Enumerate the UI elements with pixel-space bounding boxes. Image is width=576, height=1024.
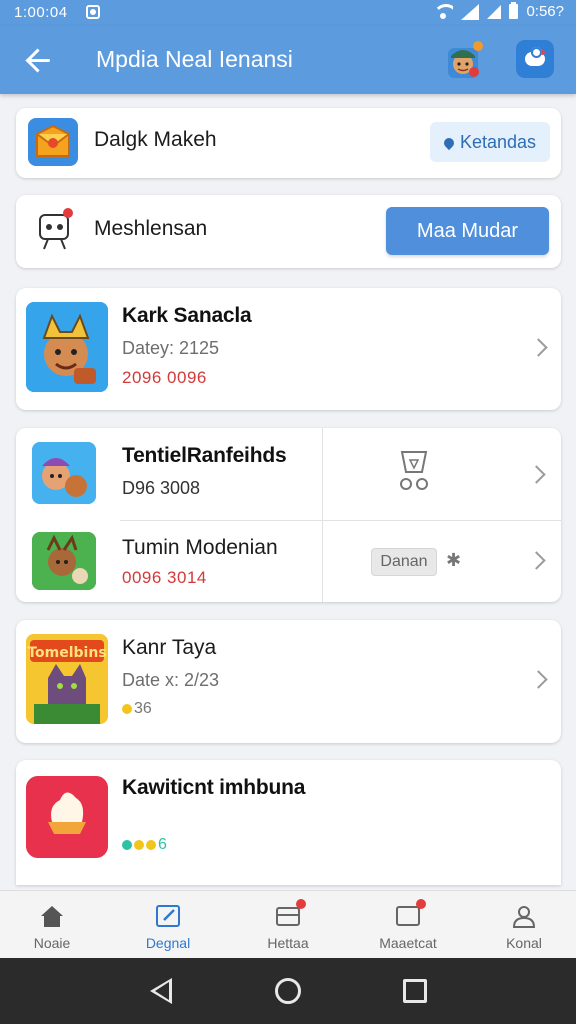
chevron-right-icon [529,338,548,357]
notification-badge [416,899,426,909]
system-home-icon[interactable] [275,978,301,1004]
home-icon [41,906,63,927]
nav-maaetcat[interactable]: Maaetcat [360,891,456,959]
nav-home-label: Noaie [33,935,71,951]
maa-mudar-button[interactable]: Maa Mudar [386,207,549,255]
status-chip[interactable]: Danan [371,548,437,576]
app-bar: Mpdia Neal Ienansi [0,26,576,94]
nav-konal-label: Konal [506,935,542,951]
divider [120,520,561,521]
edit-icon [156,905,180,927]
ketandas-button[interactable]: Ketandas [430,122,550,162]
second-card: Meshlensan Maa Mudar [16,195,561,268]
chevron-right-icon [529,670,548,689]
item-meta: 36 [134,700,152,717]
nav-degnal[interactable]: Degnal [120,891,216,959]
grouped-card: TentielRanfeihds D96 3008 Tumin Modenian… [16,428,561,602]
item-title[interactable]: Tumin Modenian [122,536,278,560]
nav-home[interactable]: Noaie [4,891,100,959]
system-nav-bar [0,958,576,1024]
tray-icon [274,899,306,929]
list-item[interactable]: Kawiticnt imhbuna 6 [16,760,561,885]
envelope-icon [28,118,78,166]
thumb-title: Tomelbins [27,645,106,661]
top-card: Dalgk Makeh Ketandas [16,108,561,178]
bottom-nav: Noaie Degnal Hettaa Maaetcat Konal [0,890,576,958]
nav-degnal-label: Degnal [145,935,191,951]
rating-dots: 6 [122,836,167,854]
item-date: Datey: 2125 [122,338,220,358]
cloud-dot-icon [540,50,545,55]
nav-hettaa[interactable]: Hettaa [240,891,336,959]
item-thumbnail [32,442,96,504]
ketandas-button-label: Ketandas [459,132,537,152]
nav-hettaa-label: Hettaa [267,935,309,951]
item-date: Date x: 2/23 [122,670,220,690]
status-bar: 1:00:04 0:56? [0,0,576,26]
nav-konal[interactable]: Konal [476,891,572,959]
item-thumbnail [32,532,96,590]
user-icon [512,906,536,928]
pin-icon [441,136,457,151]
list-item[interactable]: Kark Sanacla Datey: 2125 2096 0096 [16,288,561,410]
item-meta: 0096 3014 [122,568,207,587]
dot-icon [134,840,144,850]
notification-badge [296,899,306,909]
message-icon [394,899,426,929]
item-title: Kawiticnt imhbuna [122,776,306,799]
item-thumbnail [26,776,108,858]
signal-icon-2 [487,4,502,19]
dot-icon [122,840,132,850]
battery-icon [509,2,519,19]
chevron-right-icon[interactable] [527,465,546,484]
trophy-icon[interactable] [396,446,432,496]
status-right-text: 0:56? [526,3,564,20]
system-back-icon[interactable] [150,978,172,1004]
wifi-icon [433,3,454,20]
divider [322,428,323,602]
star-icon: ✱ [446,550,462,570]
dot-icon [122,704,132,714]
list-item[interactable]: Tomelbins Kanr Taya Date x: 2/23 36 [16,620,561,743]
item-title: Kanr Taya [122,636,217,659]
dot-icon [146,840,156,850]
item-title[interactable]: TentielRanfeihds [122,444,287,468]
rating-dots: 36 [122,700,152,718]
top-card-label: Dalgk Makeh [94,128,217,151]
item-meta: 2096 0096 [122,368,207,387]
cloud-button[interactable] [516,40,554,78]
item-thumbnail: Tomelbins [26,634,108,724]
item-meta: D96 3008 [122,478,201,498]
system-recents-icon[interactable] [403,979,427,1003]
page-title: Mpdia Neal Ienansi [96,46,293,72]
chevron-right-icon[interactable] [527,551,546,570]
item-meta: 6 [158,836,167,853]
robot-icon [34,207,76,253]
notification-icon [86,5,100,19]
status-icons: 0:56? [433,2,564,20]
item-thumbnail [26,302,108,392]
nav-maaetcat-label: Maaetcat [379,935,437,951]
avatar[interactable] [444,40,484,80]
back-arrow-icon[interactable] [26,46,54,74]
item-title: Kark Sanacla [122,304,252,327]
status-time: 1:00:04 [14,4,68,21]
signal-icon [461,3,480,20]
second-card-label: Meshlensan [94,217,208,240]
